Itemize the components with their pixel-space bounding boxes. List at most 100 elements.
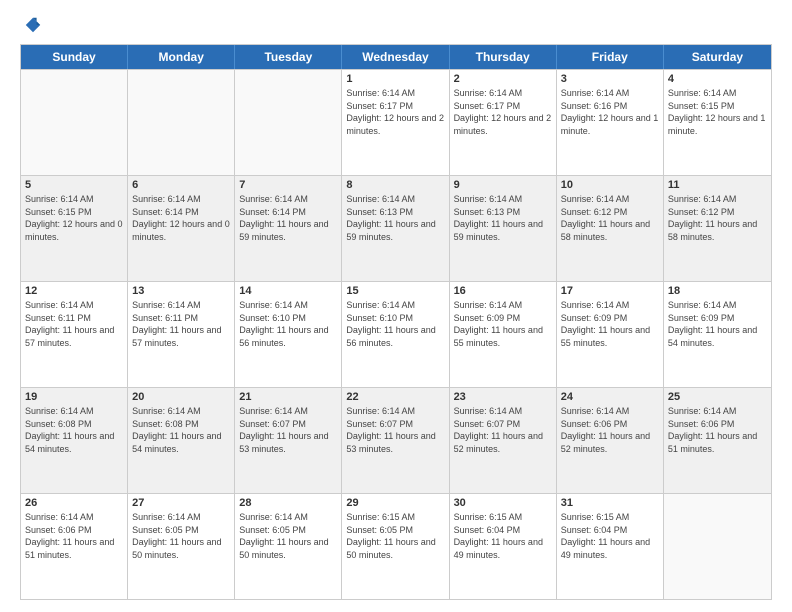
calendar-cell-empty-0-1 xyxy=(128,70,235,175)
calendar-cell-18: 18 Sunrise: 6:14 AM Sunset: 6:09 PM Dayli… xyxy=(664,282,771,387)
cell-info: Sunrise: 6:14 AM Sunset: 6:07 PM Dayligh… xyxy=(454,405,552,455)
cell-info: Sunrise: 6:14 AM Sunset: 6:11 PM Dayligh… xyxy=(132,299,230,349)
calendar-cell-10: 10 Sunrise: 6:14 AM Sunset: 6:12 PM Dayli… xyxy=(557,176,664,281)
cell-info: Sunrise: 6:15 AM Sunset: 6:05 PM Dayligh… xyxy=(346,511,444,561)
cell-info: Sunrise: 6:14 AM Sunset: 6:12 PM Dayligh… xyxy=(561,193,659,243)
cell-info: Sunrise: 6:14 AM Sunset: 6:13 PM Dayligh… xyxy=(346,193,444,243)
calendar-header-row: SundayMondayTuesdayWednesdayThursdayFrid… xyxy=(21,45,771,69)
cell-day-number: 9 xyxy=(454,179,552,191)
cell-day-number: 30 xyxy=(454,497,552,509)
calendar-cell-9: 9 Sunrise: 6:14 AM Sunset: 6:13 PM Daylig… xyxy=(450,176,557,281)
cell-info: Sunrise: 6:14 AM Sunset: 6:16 PM Dayligh… xyxy=(561,87,659,137)
cell-day-number: 5 xyxy=(25,179,123,191)
calendar-row-3: 19 Sunrise: 6:14 AM Sunset: 6:08 PM Dayli… xyxy=(21,387,771,493)
cell-info: Sunrise: 6:14 AM Sunset: 6:14 PM Dayligh… xyxy=(132,193,230,243)
calendar-cell-21: 21Sunrise: 6:14 AM Sunset: 6:07 PM Dayli… xyxy=(235,388,342,493)
cell-info: Sunrise: 6:14 AM Sunset: 6:05 PM Dayligh… xyxy=(132,511,230,561)
cell-info: Sunrise: 6:14 AM Sunset: 6:13 PM Dayligh… xyxy=(454,193,552,243)
calendar-cell-25: 25 Sunrise: 6:14 AM Sunset: 6:06 PM Dayli… xyxy=(664,388,771,493)
cell-day-number: 18 xyxy=(668,285,767,297)
cell-info: Sunrise: 6:14 AM Sunset: 6:06 PM Dayligh… xyxy=(668,405,767,455)
calendar-cell-empty-0-2 xyxy=(235,70,342,175)
cell-info: Sunrise: 6:14 AM Sunset: 6:08 PM Dayligh… xyxy=(25,405,123,455)
header-day-thursday: Thursday xyxy=(450,45,557,69)
header-day-friday: Friday xyxy=(557,45,664,69)
calendar-cell-26: 26 Sunrise: 6:14 AM Sunset: 6:06 PM Dayli… xyxy=(21,494,128,599)
cell-day-number: 31 xyxy=(561,497,659,509)
cell-day-number: 3 xyxy=(561,73,659,85)
cell-info: Sunrise: 6:14 AM Sunset: 6:09 PM Dayligh… xyxy=(454,299,552,349)
calendar-cell-29: 29 Sunrise: 6:15 AM Sunset: 6:05 PM Dayli… xyxy=(342,494,449,599)
header-day-saturday: Saturday xyxy=(664,45,771,69)
header-day-tuesday: Tuesday xyxy=(235,45,342,69)
calendar-cell-1: 1 Sunrise: 6:14 AM Sunset: 6:17 PM Daylig… xyxy=(342,70,449,175)
cell-day-number: 26 xyxy=(25,497,123,509)
calendar-row-2: 12 Sunrise: 6:14 AM Sunset: 6:11 PM Dayli… xyxy=(21,281,771,387)
cell-day-number: 24 xyxy=(561,391,659,403)
cell-day-number: 1 xyxy=(346,73,444,85)
cell-day-number: 6 xyxy=(132,179,230,191)
calendar-cell-12: 12Sunrise: 6:14 AM Sunset: 6:11 PM Dayli… xyxy=(21,282,128,387)
header xyxy=(20,16,772,34)
cell-info: Sunrise: 6:14 AM Sunset: 6:09 PM Dayligh… xyxy=(668,299,767,349)
cell-day-number: 19 xyxy=(25,391,123,403)
header-day-wednesday: Wednesday xyxy=(342,45,449,69)
cell-day-number: 23 xyxy=(454,391,552,403)
cell-day-number: 25 xyxy=(668,391,767,403)
cell-day-number: 8 xyxy=(346,179,444,191)
cell-day-number: 28 xyxy=(239,497,337,509)
calendar-cell-23: 23 Sunrise: 6:14 AM Sunset: 6:07 PM Dayli… xyxy=(450,388,557,493)
calendar-cell-14: 14Sunrise: 6:14 AM Sunset: 6:10 PM Dayli… xyxy=(235,282,342,387)
cell-info: Sunrise: 6:14 AM Sunset: 6:05 PM Dayligh… xyxy=(239,511,337,561)
calendar-cell-24: 24 Sunrise: 6:14 AM Sunset: 6:06 PM Dayli… xyxy=(557,388,664,493)
calendar-row-0: 1 Sunrise: 6:14 AM Sunset: 6:17 PM Daylig… xyxy=(21,69,771,175)
calendar-cell-15: 15 Sunrise: 6:14 AM Sunset: 6:10 PM Dayli… xyxy=(342,282,449,387)
cell-info: Sunrise: 6:15 AM Sunset: 6:04 PM Dayligh… xyxy=(561,511,659,561)
calendar-cell-20: 20Sunrise: 6:14 AM Sunset: 6:08 PM Dayli… xyxy=(128,388,235,493)
logo xyxy=(20,16,42,34)
cell-info: Sunrise: 6:15 AM Sunset: 6:04 PM Dayligh… xyxy=(454,511,552,561)
cell-info: Sunrise: 6:14 AM Sunset: 6:15 PM Dayligh… xyxy=(668,87,767,137)
calendar: SundayMondayTuesdayWednesdayThursdayFrid… xyxy=(20,44,772,600)
calendar-row-4: 26 Sunrise: 6:14 AM Sunset: 6:06 PM Dayli… xyxy=(21,493,771,599)
cell-info: Sunrise: 6:14 AM Sunset: 6:14 PM Dayligh… xyxy=(239,193,337,243)
cell-day-number: 4 xyxy=(668,73,767,85)
cell-info: Sunrise: 6:14 AM Sunset: 6:12 PM Dayligh… xyxy=(668,193,767,243)
calendar-cell-13: 13 Sunrise: 6:14 AM Sunset: 6:11 PM Dayli… xyxy=(128,282,235,387)
cell-day-number: 12 xyxy=(25,285,123,297)
cell-day-number: 2 xyxy=(454,73,552,85)
cell-info: Sunrise: 6:14 AM Sunset: 6:15 PM Dayligh… xyxy=(25,193,123,243)
calendar-cell-empty-0-0 xyxy=(21,70,128,175)
cell-day-number: 22 xyxy=(346,391,444,403)
cell-day-number: 7 xyxy=(239,179,337,191)
cell-info: Sunrise: 6:14 AM Sunset: 6:06 PM Dayligh… xyxy=(25,511,123,561)
calendar-body: 1 Sunrise: 6:14 AM Sunset: 6:17 PM Daylig… xyxy=(21,69,771,599)
calendar-cell-3: 3 Sunrise: 6:14 AM Sunset: 6:16 PM Daylig… xyxy=(557,70,664,175)
cell-info: Sunrise: 6:14 AM Sunset: 6:09 PM Dayligh… xyxy=(561,299,659,349)
calendar-cell-28: 28 Sunrise: 6:14 AM Sunset: 6:05 PM Dayli… xyxy=(235,494,342,599)
calendar-cell-empty-4-6 xyxy=(664,494,771,599)
page: SundayMondayTuesdayWednesdayThursdayFrid… xyxy=(0,0,792,612)
calendar-cell-5: 5 Sunrise: 6:14 AM Sunset: 6:15 PM Daylig… xyxy=(21,176,128,281)
calendar-cell-27: 27 Sunrise: 6:14 AM Sunset: 6:05 PM Dayli… xyxy=(128,494,235,599)
cell-info: Sunrise: 6:14 AM Sunset: 6:10 PM Dayligh… xyxy=(346,299,444,349)
cell-info: Sunrise: 6:14 AM Sunset: 6:07 PM Dayligh… xyxy=(346,405,444,455)
cell-info: Sunrise: 6:14 AM Sunset: 6:08 PM Dayligh… xyxy=(132,405,230,455)
calendar-row-1: 5 Sunrise: 6:14 AM Sunset: 6:15 PM Daylig… xyxy=(21,175,771,281)
logo-icon xyxy=(24,16,42,34)
header-day-sunday: Sunday xyxy=(21,45,128,69)
cell-day-number: 10 xyxy=(561,179,659,191)
cell-day-number: 17 xyxy=(561,285,659,297)
cell-info: Sunrise: 6:14 AM Sunset: 6:06 PM Dayligh… xyxy=(561,405,659,455)
cell-day-number: 21 xyxy=(239,391,337,403)
calendar-cell-31: 31 Sunrise: 6:15 AM Sunset: 6:04 PM Dayli… xyxy=(557,494,664,599)
cell-day-number: 13 xyxy=(132,285,230,297)
calendar-cell-8: 8 Sunrise: 6:14 AM Sunset: 6:13 PM Daylig… xyxy=(342,176,449,281)
cell-day-number: 27 xyxy=(132,497,230,509)
cell-day-number: 29 xyxy=(346,497,444,509)
calendar-cell-17: 17 Sunrise: 6:14 AM Sunset: 6:09 PM Dayli… xyxy=(557,282,664,387)
cell-info: Sunrise: 6:14 AM Sunset: 6:10 PM Dayligh… xyxy=(239,299,337,349)
cell-info: Sunrise: 6:14 AM Sunset: 6:17 PM Dayligh… xyxy=(454,87,552,137)
cell-info: Sunrise: 6:14 AM Sunset: 6:17 PM Dayligh… xyxy=(346,87,444,137)
cell-day-number: 15 xyxy=(346,285,444,297)
